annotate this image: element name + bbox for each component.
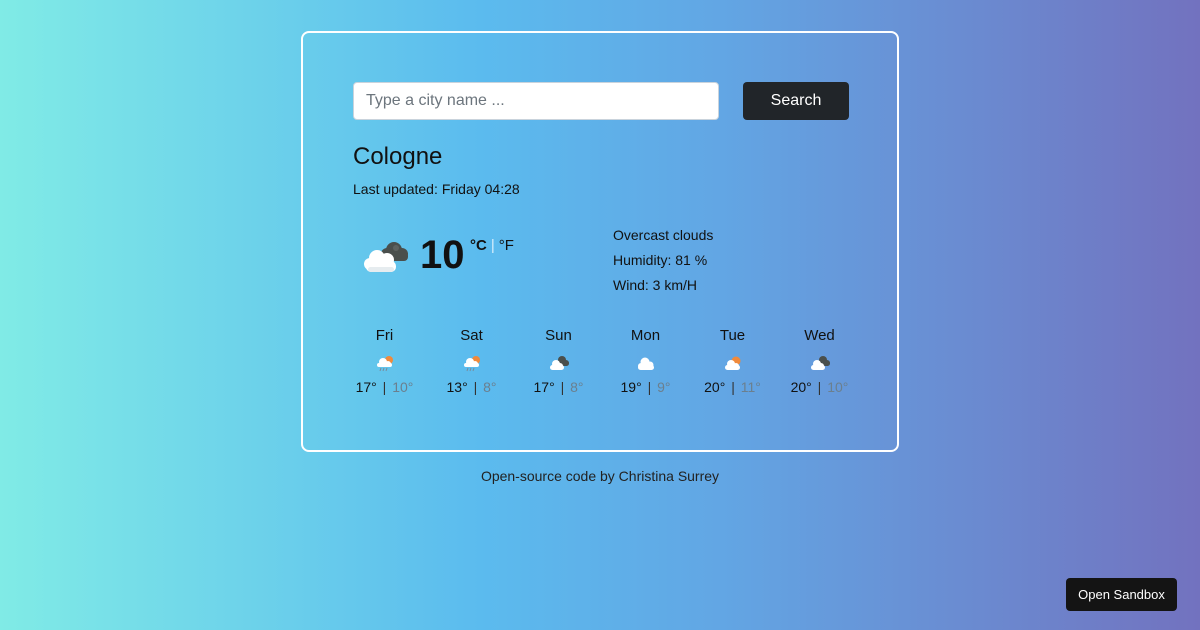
forecast-min: 10°: [827, 379, 849, 395]
unit-toggle: °C | °F: [470, 237, 514, 255]
forecast-temps: 17° | 10°: [341, 379, 428, 395]
forecast-day-name: Mon: [630, 327, 661, 344]
forecast-day: Tue 20° | 11°: [689, 327, 776, 395]
forecast-min: 9°: [657, 379, 671, 395]
forecast-temps: 17° | 8°: [515, 379, 602, 395]
forecast-min: 10°: [392, 379, 414, 395]
humidity: Humidity: 81 %: [613, 252, 708, 268]
rain-sun-icon: [463, 356, 480, 372]
forecast-day: Fri 17° | 10°: [341, 327, 428, 395]
forecast-day: Sun 17° | 8°: [515, 327, 602, 395]
cloud-icon: [637, 357, 654, 370]
last-updated: Last updated: Friday 04:28: [353, 181, 524, 197]
search-form: Search: [353, 82, 850, 122]
forecast-day-name: Fri: [375, 327, 394, 344]
forecast: Fri 17° | 10° Sat 13° | 8° Sun 17° | 8° …: [341, 327, 863, 395]
forecast-day-name: Wed: [804, 327, 835, 344]
overcast-clouds-icon: [364, 242, 408, 272]
rain-sun-icon: [376, 356, 393, 372]
forecast-separator: |: [473, 379, 478, 395]
city-search-input[interactable]: [353, 82, 719, 120]
footer-credit[interactable]: Open-source code by Christina Surrey: [0, 468, 1200, 484]
forecast-separator: |: [647, 379, 652, 395]
forecast-day-name: Sat: [460, 327, 483, 344]
forecast-separator: |: [817, 379, 822, 395]
forecast-min: 11°: [740, 379, 761, 395]
forecast-day: Wed 20° | 10°: [776, 327, 863, 395]
weather-description: Overcast clouds: [613, 227, 714, 243]
forecast-max: 13°: [446, 379, 468, 395]
wind: Wind: 3 km/H: [613, 277, 698, 293]
forecast-min: 8°: [483, 379, 497, 395]
forecast-temps: 20° | 11°: [689, 379, 776, 395]
broken-clouds-icon: [810, 356, 830, 370]
forecast-separator: |: [560, 379, 565, 395]
forecast-max: 19°: [620, 379, 642, 395]
last-updated-value: Friday 04:28: [441, 181, 520, 197]
partly-cloudy-icon: [724, 356, 740, 370]
forecast-day: Mon 19° | 9°: [602, 327, 689, 395]
forecast-max: 20°: [704, 379, 726, 395]
forecast-max: 17°: [355, 379, 377, 395]
forecast-min: 8°: [570, 379, 584, 395]
celsius-link[interactable]: °C: [470, 237, 487, 254]
forecast-temps: 20° | 10°: [776, 379, 863, 395]
forecast-separator: |: [382, 379, 387, 395]
fahrenheit-link[interactable]: °F: [499, 237, 514, 254]
forecast-day-name: Tue: [719, 327, 746, 344]
forecast-separator: |: [731, 379, 735, 395]
last-updated-label: Last updated:: [353, 181, 438, 197]
open-sandbox-button[interactable]: Open Sandbox: [1066, 578, 1177, 611]
forecast-temps: 19° | 9°: [602, 379, 689, 395]
search-button[interactable]: Search: [743, 82, 849, 120]
forecast-day: Sat 13° | 8°: [428, 327, 515, 395]
forecast-temps: 13° | 8°: [428, 379, 515, 395]
city-name: Cologne: [353, 143, 443, 170]
unit-separator: |: [490, 237, 495, 254]
weather-card: Search Cologne Last updated:Friday 04:28…: [301, 31, 899, 452]
forecast-day-name: Sun: [545, 327, 572, 344]
current-temperature: 10: [420, 233, 465, 277]
forecast-max: 20°: [790, 379, 812, 395]
broken-clouds-icon: [549, 356, 569, 370]
forecast-max: 17°: [533, 379, 555, 395]
weather-details: Overcast clouds Humidity: 81 % Wind: 3 k…: [613, 226, 713, 301]
